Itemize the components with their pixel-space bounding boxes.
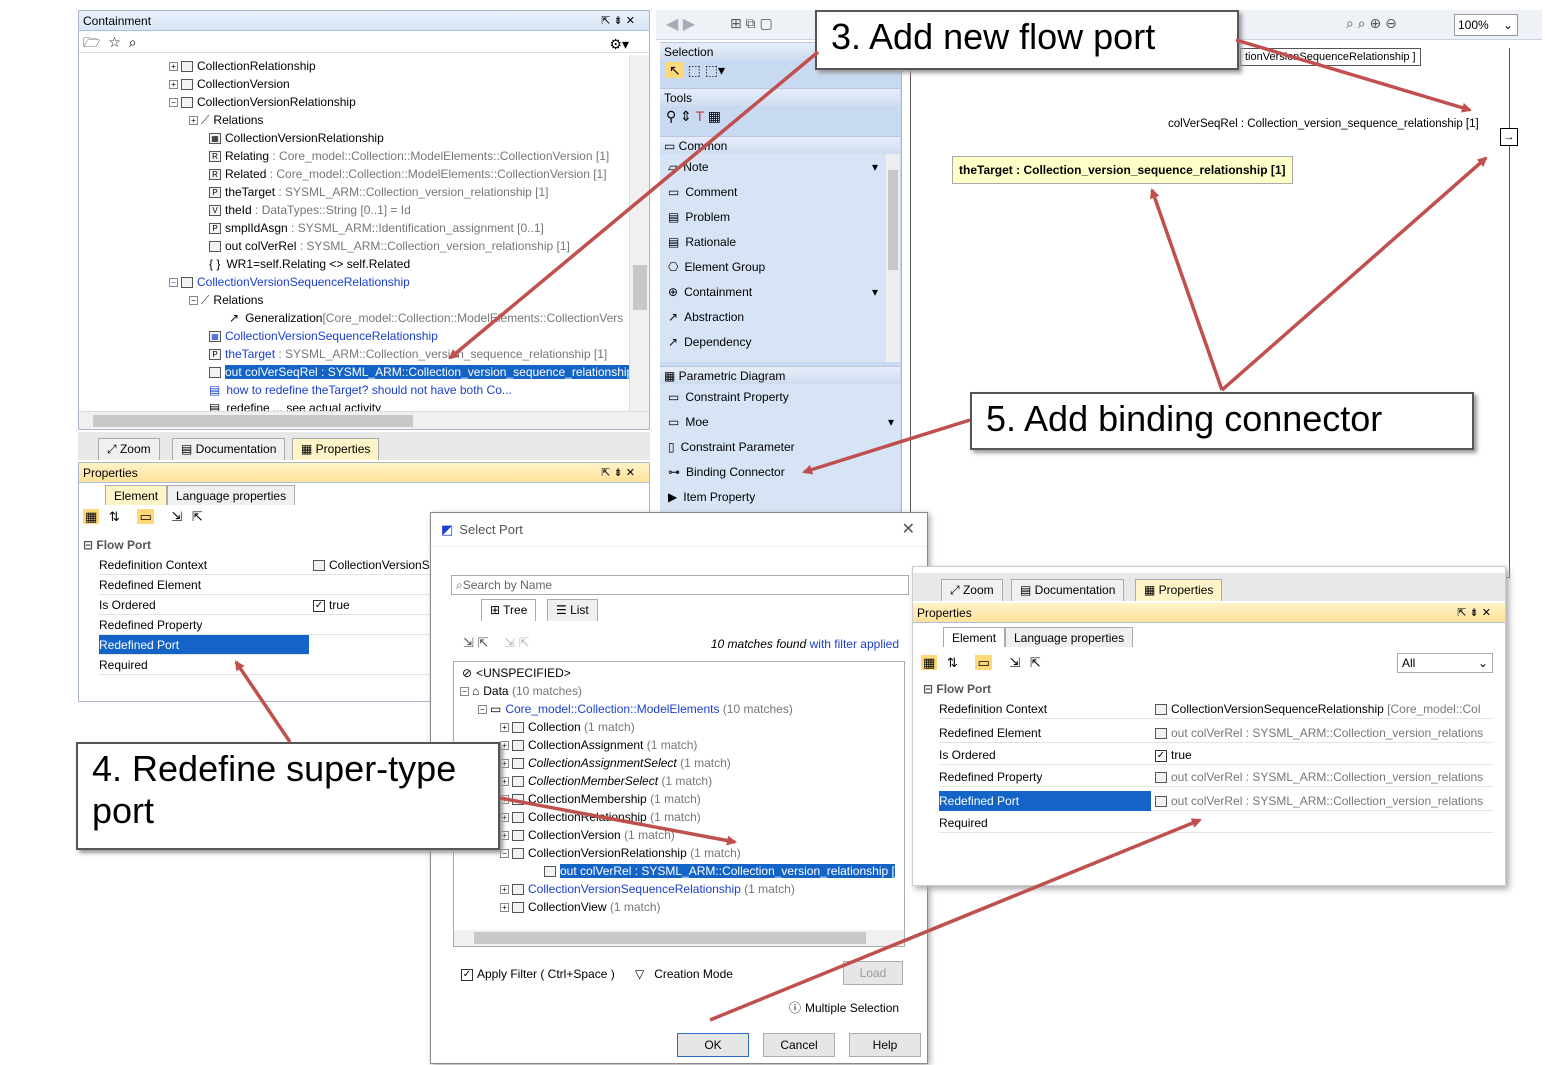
arrow-to-redefined-port (234, 660, 292, 743)
annotation-arrows (234, 38, 1488, 1022)
arrow-to-dialog-item (499, 796, 737, 846)
arrow-to-binding (802, 418, 971, 475)
arrow-to-diagram-port (1235, 38, 1472, 113)
arrow-to-target (1149, 188, 1224, 391)
arrow-to-tree-port (448, 50, 820, 360)
arrow-to-right-port (709, 818, 1202, 1022)
arrow-to-port-from-5 (1220, 156, 1488, 392)
